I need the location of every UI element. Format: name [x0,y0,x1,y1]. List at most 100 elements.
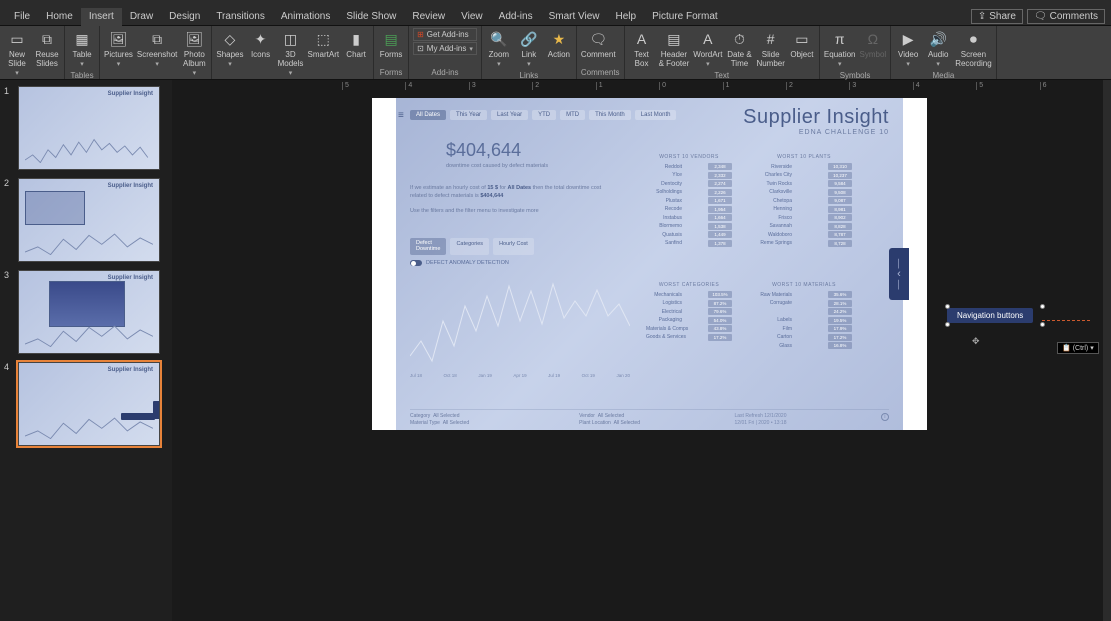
slide-thumb-1[interactable]: Supplier Insight [18,86,160,170]
data-row: Frisco8,902 [756,214,852,221]
equation-button[interactable]: πEquation▾ [824,28,856,69]
period-tab[interactable]: Last Month [635,110,677,120]
slide-thumbnails-panel[interactable]: 1 Supplier Insight 2 Supplier Insight 3 … [0,80,172,621]
bar-icon: │ [897,280,902,289]
resize-handle[interactable] [1040,304,1045,309]
data-row: Mechanicals103.5% [646,291,732,298]
photo-album-button[interactable]: 🖼Photo Album▾ [181,28,207,78]
anomaly-toggle[interactable]: DEFECT ANOMALY DETECTION [410,260,509,266]
tab-transitions[interactable]: Transitions [208,8,273,26]
period-tab[interactable]: All Dates [410,110,446,120]
tab-addins[interactable]: Add-ins [491,8,541,26]
btn-categories[interactable]: Categories [450,238,489,255]
row-label: Savannah [756,223,792,229]
move-cursor-icon: ✥ [972,336,980,347]
vendors-block: WORST 10 VENDORS Reddoit2,348Ylce2,332De… [646,154,732,248]
data-row: Charles City10,237 [756,172,852,179]
slidenumber-button[interactable]: #Slide Number [756,28,784,68]
video-button[interactable]: ▶Video▾ [895,28,921,69]
tab-help[interactable]: Help [608,8,645,26]
datetime-button[interactable]: ⏱Date & Time [726,28,752,68]
wordart-button[interactable]: AWordArt▾ [693,28,722,69]
resize-handle[interactable] [945,322,950,327]
period-tab[interactable]: This Year [450,110,487,120]
row-label: Electrical [646,309,682,315]
resize-handle[interactable] [1040,322,1045,327]
slide-thumb-4[interactable]: Supplier Insight [18,362,160,446]
my-addins-button[interactable]: ⊡My Add-ins▾ [413,42,477,55]
tab-slideshow[interactable]: Slide Show [338,8,404,26]
btn-hourlycost[interactable]: Hourly Cost [493,238,534,255]
data-row: Recode1,954 [646,206,732,213]
comment-button[interactable]: 🗨Comment [581,28,616,59]
tab-file[interactable]: File [6,8,38,26]
row-label: Quatusis [646,232,682,238]
slide[interactable]: ≡ All Dates This Year Last Year YTD MTD … [372,98,927,430]
icons-button[interactable]: ✦Icons [248,28,274,59]
object-icon: ▭ [793,30,811,48]
hamburger-icon[interactable]: ≡ [398,110,404,121]
tab-animations[interactable]: Animations [273,8,338,26]
data-row: Carton17.2% [756,334,852,341]
nav-expand-tab[interactable]: │ ‹ │ [889,248,909,300]
tab-home[interactable]: Home [38,8,81,26]
period-tab[interactable]: MTD [560,110,585,120]
row-value: 8,787 [828,231,852,238]
smartart-button[interactable]: ⬚SmartArt [308,28,340,59]
tab-smartview[interactable]: Smart View [541,8,608,26]
chart-button[interactable]: ▮Chart [343,28,369,59]
slide-thumb-3[interactable]: Supplier Insight [18,270,160,354]
row-value: 79.6% [708,308,732,315]
reuse-slides-button[interactable]: ⧉Reuse Slides [34,28,60,68]
tab-draw[interactable]: Draw [122,8,161,26]
period-tab[interactable]: YTD [532,110,556,120]
screenshot-button[interactable]: ⧉Screenshot▾ [137,28,177,69]
shapes-button[interactable]: ◇Shapes▾ [216,28,243,69]
btn-downtime[interactable]: Defect Downtime [410,238,446,255]
data-row: Henning8,981 [756,206,852,213]
resize-handle[interactable] [945,304,950,309]
dashboard: ≡ All Dates This Year Last Year YTD MTD … [396,98,903,430]
vertical-scrollbar[interactable] [1103,80,1111,621]
textbox-icon: A [633,30,651,48]
object-button[interactable]: ▭Object [789,28,815,59]
tab-review[interactable]: Review [404,8,453,26]
table-button[interactable]: ▦Table▾ [69,28,95,69]
row-label: Ylce [646,172,682,178]
tab-design[interactable]: Design [161,8,208,26]
3d-models-button[interactable]: ◫3D Models▾ [278,28,304,78]
data-row: Instabus1,664 [646,214,732,221]
nav-label-shape[interactable]: Navigation buttons [947,308,1033,323]
row-value: 17.2% [708,334,732,341]
zoom-button[interactable]: 🔍Zoom▾ [486,28,512,69]
row-value: 2,332 [708,172,732,179]
get-addins-button[interactable]: ⊞Get Add-ins [413,28,477,41]
tab-view[interactable]: View [453,8,491,26]
new-slide-button[interactable]: ▭New Slide▾ [4,28,30,78]
screen-recording-button[interactable]: ⏺Screen Recording [955,28,991,68]
audio-button[interactable]: 🔊Audio▾ [925,28,951,69]
share-button[interactable]: ⇪Share [971,9,1023,24]
tab-insert[interactable]: Insert [81,8,122,26]
period-tab[interactable]: This Month [589,110,631,120]
header-footer-button[interactable]: ▤Header & Footer [659,28,690,68]
slide-thumb-2[interactable]: Supplier Insight [18,178,160,262]
tab-pictureformat[interactable]: Picture Format [644,8,726,26]
data-row: Ylce 2,332 [646,172,732,179]
materials-block: WORST 10 MATERIALS Raw Materials35.6%Cor… [756,282,852,351]
forms-button[interactable]: ▤Forms [378,28,404,59]
row-label: Recode [646,206,682,212]
info-icon[interactable]: i [881,413,889,421]
paste-options-button[interactable]: 📋(Ctrl) ▾ [1057,342,1099,354]
slide-canvas[interactable]: 543210123456 ≡ All Dates This Year Last … [172,80,1111,621]
data-row: Sanfind1,378 [646,240,732,247]
row-label: Corrugate [756,300,792,306]
period-tab[interactable]: Last Year [491,110,528,120]
pictures-button[interactable]: 🖼Pictures▾ [104,28,133,69]
action-button[interactable]: ★Action [546,28,572,59]
row-label: Blormemo [646,223,682,229]
shapes-icon: ◇ [221,30,239,48]
comments-button[interactable]: 🗨Comments [1027,9,1105,24]
link-button[interactable]: 🔗Link▾ [516,28,542,69]
textbox-button[interactable]: AText Box [629,28,655,68]
